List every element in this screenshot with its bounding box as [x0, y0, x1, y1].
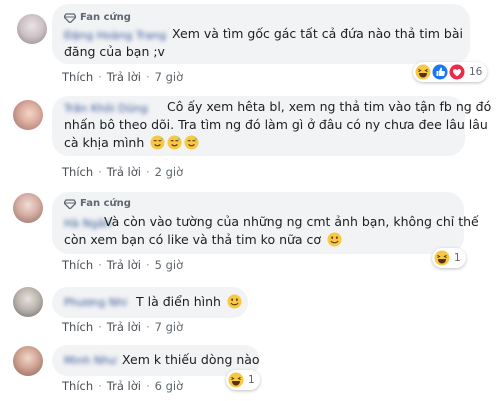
diamond-icon	[64, 12, 76, 23]
timestamp[interactable]: 6 giờ	[155, 379, 184, 393]
reaction-count: 1	[454, 252, 461, 264]
comment-text-line: T là điển hình	[136, 293, 242, 311]
reaction-summary[interactable]: 1	[432, 248, 466, 268]
avatar[interactable]	[17, 14, 47, 44]
like-link[interactable]: Thích	[62, 70, 93, 84]
reply-link[interactable]: Trả lời	[107, 70, 141, 84]
comment-text-line: còn xem bạn có like và thả tim ko nữa cơ	[64, 231, 342, 249]
diamond-icon	[64, 198, 76, 209]
fan-badge: Fan cứng	[64, 12, 131, 23]
comment-actions: Thích · Trả lời · 5 giờ	[62, 258, 183, 272]
separator: ·	[98, 70, 102, 84]
comment-bubble: Phương Nhi T là điển hình	[52, 287, 248, 318]
reply-link[interactable]: Trả lời	[107, 165, 141, 179]
commenter-name[interactable]: Minh Như	[64, 354, 116, 367]
comment-bubble: Fan cứng Hà Ngân Và còn vào tường của nh…	[52, 192, 479, 254]
comment-text-line: Và còn vào tường của những ng cmt ảnh bạ…	[104, 214, 479, 229]
fan-badge-label: Fan cứng	[80, 198, 131, 209]
separator: ·	[98, 165, 102, 179]
fan-badge-label: Fan cứng	[80, 12, 131, 23]
separator: ·	[145, 70, 150, 84]
reply-link[interactable]: Trả lời	[107, 379, 141, 393]
haha-icon	[434, 250, 450, 266]
reaction-summary[interactable]: 1	[226, 370, 260, 390]
haha-icon	[415, 64, 431, 80]
comment-text-line: cà khịa mình	[64, 134, 199, 152]
comment-actions: Thích · Trả lời · 7 giờ	[62, 70, 183, 84]
avatar[interactable]	[13, 346, 43, 376]
commenter-name[interactable]: Phương Nhi	[64, 296, 127, 309]
timestamp[interactable]: 5 giờ	[155, 258, 184, 272]
reaction-count: 16	[469, 66, 483, 78]
reaction-count: 1	[248, 374, 255, 386]
comment-text-tail: T là điển hình	[136, 294, 221, 309]
sweat-smile-icon	[184, 135, 199, 150]
love-icon	[449, 64, 465, 80]
comment-actions: Thích · Trả lời · 7 giờ	[62, 320, 183, 334]
smile-icon	[227, 294, 242, 309]
separator: ·	[98, 379, 102, 393]
like-link[interactable]: Thích	[62, 320, 93, 334]
comment-bubble: Trần Khôi Dũng Cô ấy xem hêta bl, xem ng…	[52, 96, 491, 156]
separator: ·	[98, 320, 102, 334]
comment-text-tail: cà khịa mình	[64, 135, 145, 150]
comment-3: Fan cứng Hà Ngân Và còn vào tường của nh…	[0, 185, 500, 277]
comment-text-line: Cô ấy xem hêta bl, xem ng thả tim vào tậ…	[167, 99, 492, 114]
commenter-name[interactable]: Trần Khôi Dũng	[64, 102, 148, 115]
comment-actions: Thích · Trả lời · 6 giờ	[62, 379, 183, 393]
avatar[interactable]	[13, 100, 43, 130]
comment-5: Minh Như Xem k thiếu dòng nào Thích · Trả …	[0, 342, 500, 401]
separator: ·	[145, 320, 150, 334]
commenter-name[interactable]: Đặng Hoàng Trang	[64, 29, 166, 42]
avatar[interactable]	[13, 193, 43, 223]
timestamp[interactable]: 2 giờ	[155, 165, 184, 179]
reaction-summary[interactable]: 16	[413, 62, 488, 82]
comment-text-line: đăng của bạn ;v	[64, 44, 165, 59]
smile-icon	[327, 232, 342, 247]
sweat-smile-icon	[167, 135, 182, 150]
comment-text-line: nhấn bô theo dõi. Tra tìm ng đó làm gì ở…	[64, 117, 488, 132]
fan-badge: Fan cứng	[64, 198, 131, 209]
timestamp[interactable]: 7 giờ	[155, 70, 184, 84]
comment-2: Trần Khôi Dũng Cô ấy xem hêta bl, xem ng…	[0, 90, 500, 182]
reply-link[interactable]: Trả lời	[107, 320, 141, 334]
separator: ·	[98, 258, 102, 272]
haha-icon	[228, 372, 244, 388]
like-icon	[432, 64, 448, 80]
comment-text-line: Xem và tìm gốc gác tất cả đứa nào thả ti…	[172, 26, 463, 41]
like-link[interactable]: Thích	[62, 258, 93, 272]
avatar[interactable]	[13, 287, 43, 317]
comment-text-line: Xem k thiếu dòng nào	[122, 352, 260, 367]
comment-4: Phương Nhi T là điển hình Thích · Trả lời ·…	[0, 283, 500, 341]
separator: ·	[145, 379, 150, 393]
reply-link[interactable]: Trả lời	[107, 258, 141, 272]
comment-bubble: Fan cứng Đặng Hoàng Trang Xem và tìm gốc…	[52, 4, 470, 64]
comment-actions: Thích · Trả lời · 2 giờ	[62, 165, 183, 179]
comment-1: Fan cứng Đặng Hoàng Trang Xem và tìm gốc…	[0, 0, 500, 88]
separator: ·	[145, 258, 150, 272]
like-link[interactable]: Thích	[62, 165, 93, 179]
like-link[interactable]: Thích	[62, 379, 93, 393]
timestamp[interactable]: 7 giờ	[155, 320, 184, 334]
comment-text-tail: còn xem bạn có like và thả tim ko nữa cơ	[64, 232, 322, 247]
separator: ·	[145, 165, 150, 179]
sweat-smile-icon	[150, 135, 165, 150]
